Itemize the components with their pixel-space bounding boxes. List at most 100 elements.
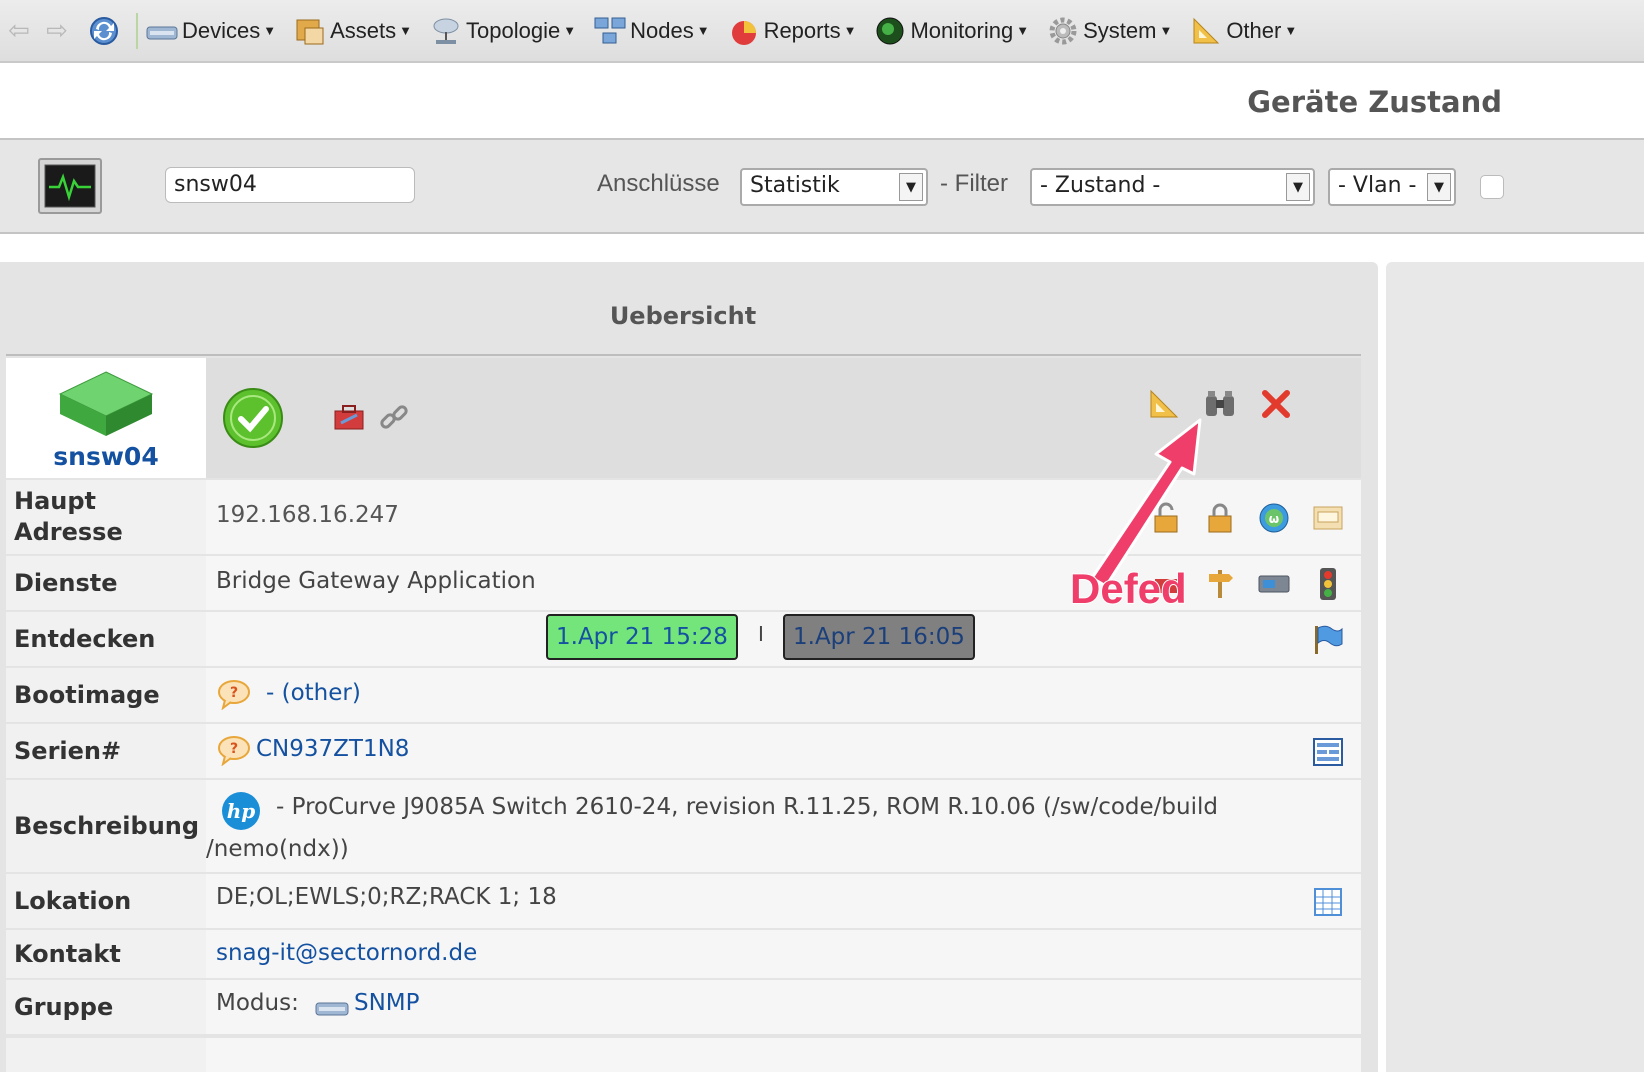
menu-reports[interactable]: Reports ▼ bbox=[728, 15, 856, 47]
heartbeat-icon bbox=[44, 164, 96, 208]
bootimage-value[interactable]: - (other) bbox=[266, 680, 361, 706]
menu-assets[interactable]: Assets ▼ bbox=[294, 15, 412, 47]
anschluesse-label: Anschlüsse bbox=[597, 170, 720, 197]
menu-label: Monitoring bbox=[910, 17, 1014, 43]
section-divider bbox=[6, 354, 1361, 356]
row-label-empty bbox=[6, 1038, 206, 1072]
row-label: Gruppe bbox=[6, 980, 206, 1034]
page-title: Geräte Zustand bbox=[1247, 85, 1502, 119]
menu-topologie[interactable]: Topologie ▼ bbox=[430, 15, 576, 47]
toolbox-icon[interactable] bbox=[331, 400, 367, 436]
monitoring-icon bbox=[874, 15, 906, 47]
flag-icon[interactable] bbox=[1310, 622, 1346, 658]
link-chain-icon[interactable] bbox=[376, 400, 412, 436]
menu-label: Topologie bbox=[466, 17, 561, 43]
monitor-button[interactable] bbox=[38, 158, 102, 214]
row-bootimage: Bootimage ? - (other) bbox=[6, 668, 1361, 724]
select-value: Statistik bbox=[750, 173, 840, 198]
switch-device-icon bbox=[58, 371, 154, 436]
snmp-link[interactable]: SNMP bbox=[354, 990, 420, 1016]
row-label: Kontakt bbox=[6, 930, 206, 978]
section-title: Uebersicht bbox=[609, 302, 757, 330]
menu-nodes[interactable]: Nodes ▼ bbox=[594, 15, 710, 47]
menu-label: Other bbox=[1226, 17, 1282, 43]
gear-icon bbox=[1047, 15, 1079, 47]
terminal-icon[interactable] bbox=[1310, 500, 1346, 536]
form-list-icon[interactable] bbox=[1310, 734, 1346, 770]
menu-monitoring[interactable]: Monitoring ▼ bbox=[874, 15, 1029, 47]
back-arrow-icon[interactable]: ⇦ bbox=[0, 16, 38, 46]
chevron-down-icon: ▼ bbox=[1284, 23, 1298, 38]
close-icon[interactable] bbox=[1258, 386, 1294, 422]
description-line-1: - ProCurve J9085A Switch 2610-24, revisi… bbox=[276, 794, 1218, 820]
row-value-cell: Modus: SNMP bbox=[206, 980, 1361, 1034]
svg-text:ω: ω bbox=[1269, 512, 1279, 526]
device-name[interactable]: snsw04 bbox=[6, 442, 206, 471]
menu-devices[interactable]: Devices ▼ bbox=[146, 15, 276, 47]
menu-label: Nodes bbox=[630, 17, 694, 43]
zustand-select[interactable]: - Zustand - ▼ bbox=[1030, 168, 1315, 206]
device-search-input[interactable]: snsw04 bbox=[165, 167, 415, 203]
svg-text:?: ? bbox=[230, 741, 238, 757]
anschluesse-select[interactable]: Statistik ▼ bbox=[740, 168, 928, 206]
filter-checkbox[interactable] bbox=[1480, 175, 1504, 199]
description-line-2: /nemo(ndx)) bbox=[206, 836, 349, 862]
chevron-down-icon: ▼ bbox=[1427, 173, 1451, 201]
forward-arrow-icon[interactable]: ⇨ bbox=[38, 16, 76, 46]
row-label: Dienste bbox=[6, 556, 206, 610]
row-label: Beschreibung bbox=[6, 780, 206, 872]
network-card-icon[interactable] bbox=[1256, 566, 1292, 602]
row-label: Serien# bbox=[6, 724, 206, 778]
chevron-down-icon: ▼ bbox=[563, 23, 577, 38]
row-label: Entdecken bbox=[6, 612, 206, 666]
traffic-light-icon[interactable] bbox=[1310, 566, 1346, 602]
location-value: DE;OL;EWLS;0;RZ;RACK 1; 18 bbox=[216, 884, 557, 910]
row-serien: Serien# ? CN937ZT1N8 bbox=[6, 724, 1361, 780]
question-bubble-icon[interactable]: ? bbox=[216, 732, 252, 768]
device-card[interactable]: snsw04 bbox=[6, 358, 206, 478]
top-menu-bar: ⇦ ⇨ Devices ▼ Assets ▼ Topologie ▼ Nodes ▼ R… bbox=[0, 0, 1644, 63]
filter-label: - Filter bbox=[940, 170, 1008, 197]
menu-separator bbox=[136, 12, 138, 49]
ip-address: 192.168.16.247 bbox=[216, 502, 399, 528]
grid-table-icon[interactable] bbox=[1310, 884, 1346, 920]
nodes-icon bbox=[594, 15, 626, 47]
web-globe-icon[interactable]: ω bbox=[1256, 500, 1292, 536]
row-value-cell: snag-it@sectornord.de bbox=[206, 930, 1361, 978]
row-beschreibung: Beschreibung hp - ProCurve J9085A Switch… bbox=[6, 780, 1361, 874]
last-discovery-date[interactable]: 1.Apr 21 16:05 bbox=[783, 614, 975, 660]
row-partial bbox=[6, 1038, 1361, 1072]
title-bar: Geräte Zustand bbox=[0, 63, 1644, 138]
serial-number[interactable]: CN937ZT1N8 bbox=[256, 736, 409, 762]
menu-system[interactable]: System ▼ bbox=[1047, 15, 1172, 47]
chevron-down-icon: ▼ bbox=[1286, 173, 1310, 201]
question-bubble-icon[interactable]: ? bbox=[216, 676, 252, 712]
row-value-cell: 1.Apr 21 15:28 I 1.Apr 21 16:05 bbox=[206, 612, 1361, 666]
row-lokation: Lokation DE;OL;EWLS;0;RZ;RACK 1; 18 bbox=[6, 874, 1361, 930]
chevron-down-icon: ▼ bbox=[399, 23, 413, 38]
menu-label: Assets bbox=[330, 17, 397, 43]
side-panel bbox=[1386, 262, 1644, 1072]
chevron-down-icon: ▼ bbox=[263, 23, 277, 38]
svg-text:hp: hp bbox=[227, 799, 256, 823]
topology-icon bbox=[430, 15, 462, 47]
menu-other[interactable]: Other ▼ bbox=[1190, 15, 1297, 47]
row-gruppe: Gruppe Modus: SNMP bbox=[6, 980, 1361, 1036]
device-icon bbox=[314, 990, 350, 1026]
select-value: - Zustand - bbox=[1040, 173, 1161, 198]
svg-text:?: ? bbox=[230, 685, 238, 701]
reports-icon bbox=[728, 15, 760, 47]
annotation-arrow bbox=[1090, 418, 1202, 588]
ruler-icon bbox=[1190, 15, 1222, 47]
row-label: Lokation bbox=[6, 874, 206, 928]
reload-icon[interactable] bbox=[84, 11, 124, 51]
first-discovery-date[interactable]: 1.Apr 21 15:28 bbox=[546, 614, 738, 660]
contact-email-link[interactable]: snag-it@sectornord.de bbox=[216, 940, 477, 966]
menu-label: System bbox=[1083, 17, 1157, 43]
vlan-select[interactable]: - Vlan - ▼ bbox=[1328, 168, 1456, 206]
hp-logo-icon: hp bbox=[220, 790, 262, 832]
filter-toolbar: snsw04 Anschlüsse Statistik ▼ - Filter -… bbox=[0, 138, 1644, 234]
chevron-down-icon: ▼ bbox=[1159, 23, 1173, 38]
date-separator: I bbox=[758, 622, 764, 646]
menu-label: Reports bbox=[763, 17, 841, 43]
